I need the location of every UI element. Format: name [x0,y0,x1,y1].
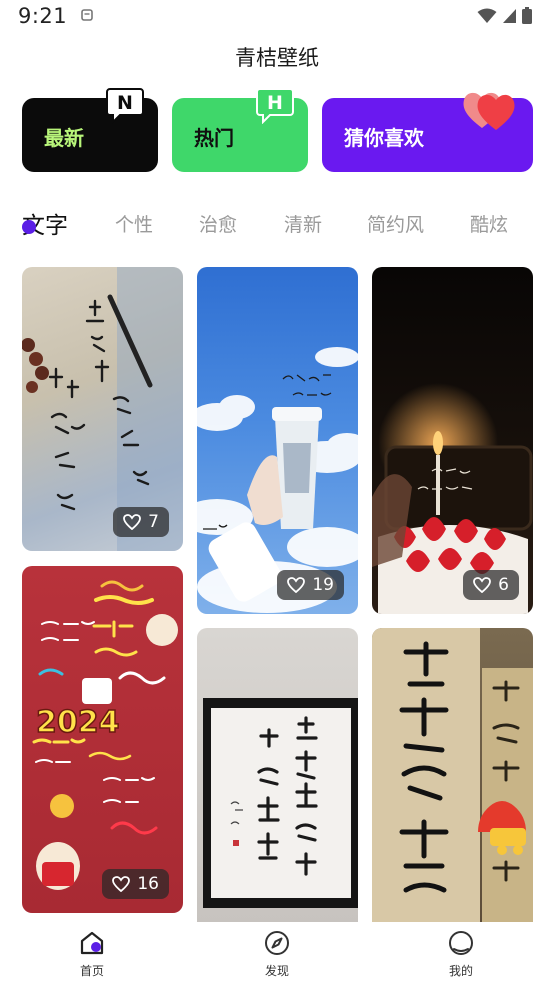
signal-icon [503,8,516,23]
category-latest-button[interactable]: 最新 N [22,88,158,172]
category-hot-button[interactable]: 热门 H [172,88,308,172]
like-count: 16 [137,874,159,894]
year-graphic: 2024 [36,705,120,740]
wallpaper-card[interactable]: 2024 16 [22,566,183,913]
heart-badge-icon [460,84,520,138]
sky-coffee-image [197,347,358,613]
wallpaper-card[interactable]: 7 [22,267,183,551]
like-count: 7 [148,512,159,532]
tab-cool[interactable]: 酷炫 [470,210,508,237]
profile-icon [449,931,473,955]
tab-minimal[interactable]: 简约风 [367,210,424,237]
wallpaper-card[interactable] [372,628,533,923]
heart-icon [287,577,306,593]
birthday-cake-image [372,383,533,614]
tab-fresh[interactable]: 清新 [284,210,322,237]
home-icon [80,931,104,955]
framed-calligraphy-image [203,698,358,908]
nav-profile[interactable]: 我的 [421,930,501,979]
nav-home[interactable]: 首页 [52,930,132,979]
new-year-poster-image: 2024 [32,580,178,890]
category-guess-you-like-button[interactable]: 猜你喜欢 [322,92,533,172]
like-counter[interactable]: 19 [277,570,344,600]
wallpaper-card[interactable]: 6 [372,267,533,614]
like-counter[interactable]: 16 [102,869,169,899]
battery-icon [522,7,532,24]
calligraphy-signs-image [372,628,533,923]
app-title: 青桔壁纸 [235,46,319,70]
like-count: 19 [312,575,334,595]
heart-icon [112,876,131,892]
new-badge-icon: N [106,86,144,128]
bottom-navigation: 首页 发现 我的 [0,922,554,984]
heart-icon [123,514,142,530]
new-badge-letter: N [117,92,133,114]
tab-healing[interactable]: 治愈 [199,210,237,237]
hot-badge-letter: H [267,92,283,114]
category-hot-label: 热门 [194,126,234,150]
nav-home-label: 首页 [79,964,104,978]
active-tab-indicator [22,220,36,234]
wifi-icon [477,8,497,23]
heart-icon [473,577,492,593]
compass-icon [265,931,289,955]
like-counter[interactable]: 6 [463,570,519,600]
like-count: 6 [498,575,509,595]
like-counter[interactable]: 7 [113,507,169,537]
category-latest-label: 最新 [44,126,84,150]
status-bar: 9:21 [0,0,554,34]
status-time: 9:21 [18,4,68,28]
notification-icon [81,9,93,21]
wallpaper-card[interactable]: 19 [197,267,358,614]
wallpaper-card[interactable] [197,628,358,923]
nav-discover-label: 发现 [264,964,289,978]
hot-badge-icon: H [256,86,294,128]
nav-discover[interactable]: 发现 [237,930,317,979]
nav-profile-label: 我的 [448,964,473,978]
category-guess-label: 猜你喜欢 [344,126,424,150]
tab-personality[interactable]: 个性 [115,210,153,237]
category-tabs: 文字 个性 治愈 清新 简约风 酷炫 [0,202,554,246]
